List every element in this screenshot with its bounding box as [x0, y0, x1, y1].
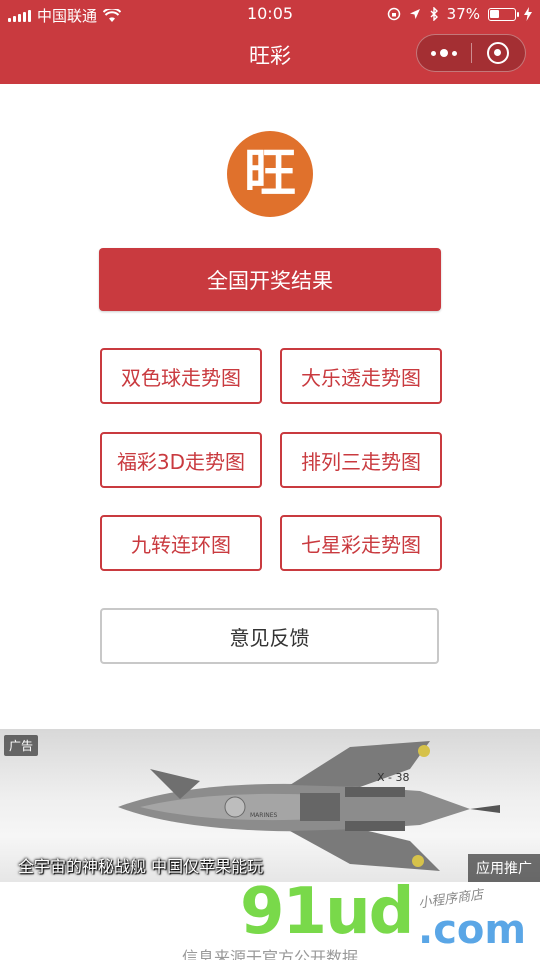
app-logo: 旺 — [227, 131, 313, 217]
ship-label-2: MARINES — [250, 812, 277, 819]
battery-fill — [490, 9, 499, 18]
location-icon — [409, 9, 420, 19]
dlt-trend-button[interactable]: 大乐透走势图 — [280, 348, 442, 404]
ad-caption: 全宇宙的神秘战舰 中国仅苹果能玩 — [18, 857, 264, 876]
battery-percent: 37% — [446, 5, 480, 23]
watermark-logo: 91ud 小程序商店 .com — [240, 880, 540, 960]
pl3-trend-button[interactable]: 排列三走势图 — [280, 432, 442, 488]
battery-icon — [488, 7, 519, 21]
ad-tag: 广告 — [4, 735, 39, 756]
watermark-main: 91ud — [240, 875, 414, 949]
watermark-com: .com — [418, 907, 527, 953]
lock-rotation-icon — [387, 7, 400, 21]
ad-banner[interactable]: X - 38 MARINES 广告 全宇宙的神秘战舰 中国仅苹果能玩 应用推广 — [0, 729, 540, 882]
feedback-button[interactable]: 意见反馈 — [100, 608, 439, 664]
close-icon[interactable] — [471, 35, 525, 71]
ad-promo-label[interactable]: 应用推广 — [468, 854, 540, 882]
national-results-button[interactable]: 全国开奖结果 — [99, 248, 441, 311]
status-bar: 中国联通 10:05 37% — [0, 0, 540, 28]
charging-icon — [524, 7, 532, 21]
mini-program-capsule — [416, 34, 526, 72]
bluetooth-icon — [430, 7, 438, 21]
logo-char: 旺 — [243, 144, 296, 204]
fc3d-trend-button[interactable]: 福彩3D走势图 — [100, 432, 262, 488]
more-icon[interactable] — [417, 35, 471, 71]
nav-bar: 旺彩 — [0, 28, 540, 84]
nine-ring-chart-button[interactable]: 九转连环图 — [100, 515, 262, 571]
ship-label-1: X - 38 — [377, 771, 410, 784]
ssq-trend-button[interactable]: 双色球走势图 — [100, 348, 262, 404]
qxc-trend-button[interactable]: 七星彩走势图 — [280, 515, 442, 571]
